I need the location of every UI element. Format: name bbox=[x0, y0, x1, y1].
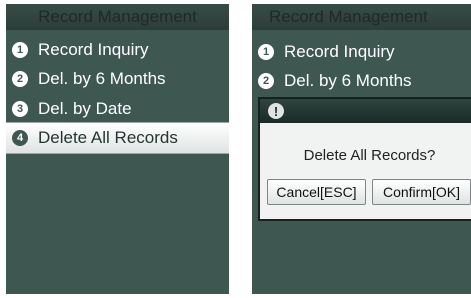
number-2-icon: 2 bbox=[258, 73, 274, 89]
menu-item-del-by-6-months[interactable]: 2 Del. by 6 Months bbox=[252, 66, 471, 96]
number-1-icon: 1 bbox=[258, 44, 274, 60]
menu-item-record-inquiry[interactable]: 1 Record Inquiry bbox=[252, 37, 471, 67]
cancel-button[interactable]: Cancel[ESC] bbox=[267, 179, 366, 205]
menu-item-delete-all-records[interactable]: 4 Delete All Records bbox=[6, 122, 229, 154]
number-4-icon: 4 bbox=[12, 130, 28, 146]
record-management-screen: Record Management 1 Record Inquiry 2 Del… bbox=[6, 4, 229, 294]
exclamation-icon: ! bbox=[268, 103, 284, 119]
dialog-message: Delete All Records? bbox=[303, 147, 436, 164]
confirm-button[interactable]: Confirm[OK] bbox=[372, 179, 471, 205]
menu-item-del-by-6-months[interactable]: 2 Del. by 6 Months bbox=[6, 64, 229, 94]
number-2-icon: 2 bbox=[12, 71, 28, 87]
number-3-icon: 3 bbox=[12, 101, 28, 117]
confirm-dialog: ! Delete All Records? Cancel[ESC] Confir… bbox=[260, 99, 471, 219]
screen-title: Record Management bbox=[6, 4, 229, 30]
menu-item-label: Del. by Date bbox=[38, 99, 132, 118]
menu-item-label: Record Inquiry bbox=[284, 42, 395, 61]
menu-item-label: Record Inquiry bbox=[38, 40, 149, 59]
menu-item-del-by-date[interactable]: 3 Del. by Date bbox=[6, 94, 229, 124]
screen-title: Record Management bbox=[252, 4, 471, 30]
menu-item-label: Del. by 6 Months bbox=[284, 71, 412, 90]
menu-item-label: Del. by 6 Months bbox=[38, 69, 166, 88]
menu-item-label: Delete All Records bbox=[38, 128, 178, 147]
record-management-confirm-screen: Record Management 1 Record Inquiry 2 Del… bbox=[252, 4, 471, 294]
number-1-icon: 1 bbox=[12, 42, 28, 58]
dialog-header: ! bbox=[260, 99, 471, 123]
menu-item-record-inquiry[interactable]: 1 Record Inquiry bbox=[6, 35, 229, 65]
